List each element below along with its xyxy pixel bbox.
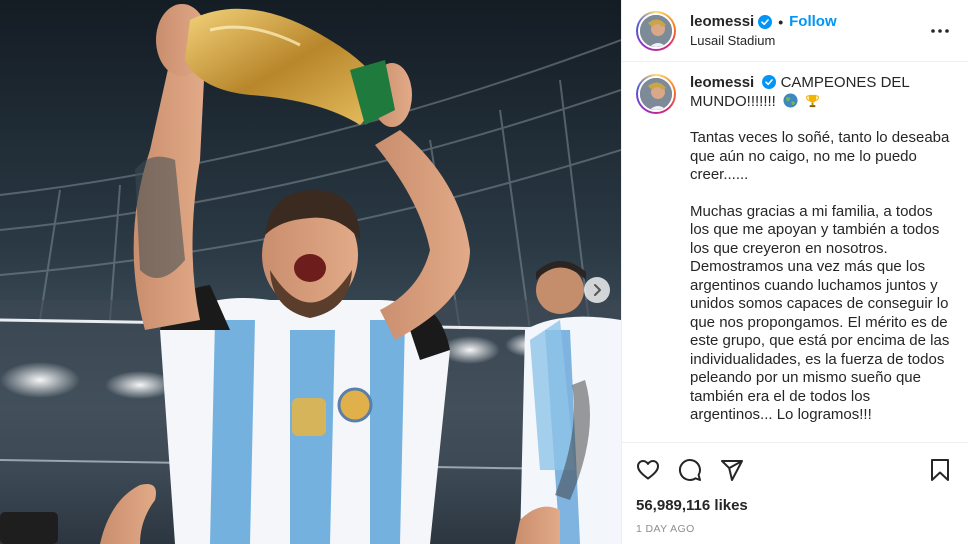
more-horizontal-icon bbox=[931, 28, 949, 33]
trophy-emoji-icon bbox=[806, 94, 820, 107]
bookmark-icon bbox=[931, 459, 949, 481]
post-timestamp[interactable]: 1 DAY AGO bbox=[636, 523, 954, 535]
profile-photo bbox=[640, 78, 672, 110]
likes-count[interactable]: 56,989,116 likes bbox=[636, 497, 954, 514]
next-photo-button[interactable] bbox=[584, 277, 610, 303]
post-photo[interactable] bbox=[0, 0, 621, 544]
heart-icon bbox=[637, 460, 659, 480]
avatar[interactable] bbox=[636, 10, 676, 51]
instagram-post: leomessi • Follow Lusail Stadium leomess… bbox=[0, 0, 968, 544]
stadium-celebration-photo bbox=[0, 0, 621, 544]
action-icons bbox=[636, 443, 954, 497]
follow-button[interactable]: Follow bbox=[789, 13, 837, 31]
caption: leomessi CAMPEONES DEL MUNDO!!!!!!! Tant… bbox=[636, 74, 952, 425]
globe-emoji-icon bbox=[783, 92, 798, 108]
like-button[interactable] bbox=[636, 458, 660, 482]
share-button[interactable] bbox=[720, 458, 744, 482]
save-button[interactable] bbox=[928, 458, 952, 482]
share-icon bbox=[721, 460, 743, 481]
caption-avatar[interactable] bbox=[636, 74, 676, 114]
comment-icon bbox=[679, 459, 701, 481]
comment-button[interactable] bbox=[678, 458, 702, 482]
verified-badge-icon bbox=[762, 75, 777, 89]
post-header: leomessi • Follow Lusail Stadium bbox=[622, 0, 968, 62]
username-link[interactable]: leomessi bbox=[690, 13, 754, 31]
caption-paragraph-1: Tantas veces lo soñé, tanto lo deseaba q… bbox=[690, 129, 950, 183]
separator-dot: • bbox=[778, 14, 784, 30]
post-side-panel: leomessi • Follow Lusail Stadium leomess… bbox=[621, 0, 968, 544]
post-actions: 56,989,116 likes 1 DAY AGO bbox=[622, 442, 968, 544]
caption-username[interactable]: leomessi bbox=[690, 74, 754, 91]
location-link[interactable]: Lusail Stadium bbox=[690, 33, 928, 48]
more-options-button[interactable] bbox=[928, 19, 952, 43]
profile-photo bbox=[640, 14, 672, 47]
caption-paragraph-2: Muchas gracias a mi familia, a todos los… bbox=[690, 202, 950, 424]
caption-text: leomessi CAMPEONES DEL MUNDO!!!!!!! Tant… bbox=[690, 74, 950, 425]
caption-area: leomessi CAMPEONES DEL MUNDO!!!!!!! Tant… bbox=[622, 62, 968, 442]
verified-badge-icon bbox=[758, 15, 773, 29]
header-text: leomessi • Follow Lusail Stadium bbox=[690, 13, 928, 48]
chevron-right-icon bbox=[594, 284, 601, 296]
